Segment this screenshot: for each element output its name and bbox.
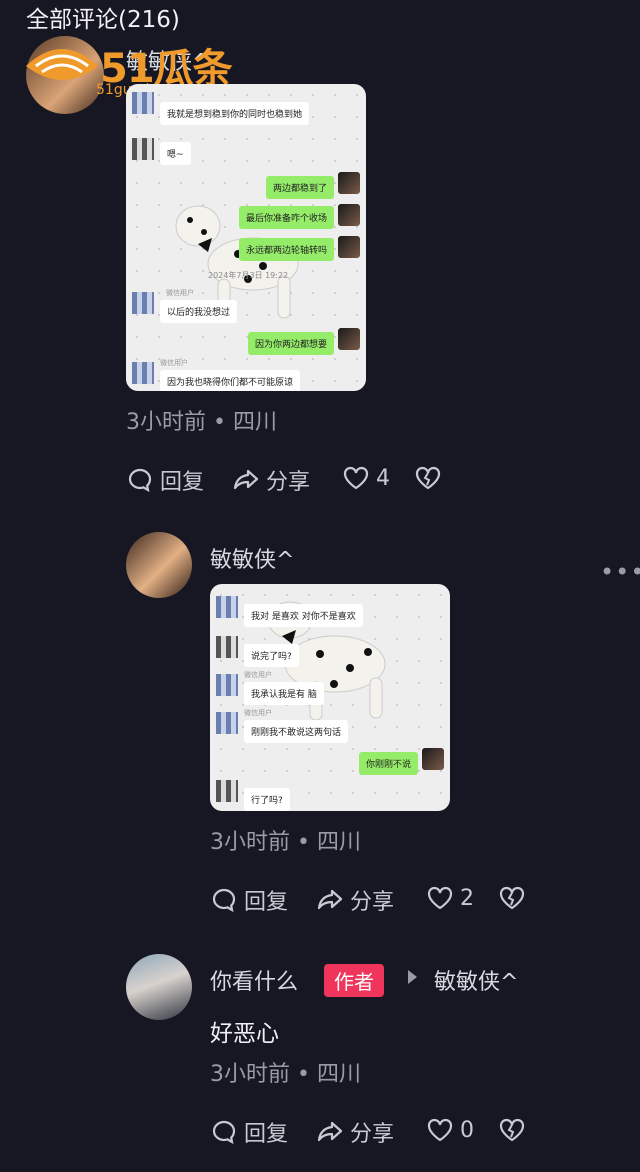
- reply-icon: [128, 468, 152, 493]
- comment-text: 好恶心: [210, 1021, 279, 1047]
- share-icon: [317, 1121, 343, 1142]
- share-button[interactable]: 分享: [232, 464, 310, 496]
- avatar[interactable]: [126, 532, 192, 598]
- heart-icon: [427, 886, 453, 910]
- like-button[interactable]: 4: [342, 464, 390, 492]
- broken-heart-icon: [415, 466, 441, 490]
- reply-button[interactable]: 回复: [210, 884, 288, 916]
- comments-header: 全部评论(216): [26, 7, 180, 33]
- like-button[interactable]: 0: [426, 1116, 474, 1144]
- broken-heart-icon: [499, 1118, 525, 1142]
- comment-image[interactable]: 我就是想到稳到你的同时也稳到她 嗯~ 两边都稳到了 最后你准备咋个收场 永远都两…: [126, 84, 366, 391]
- reply-icon: [212, 1120, 236, 1145]
- like-count: 2: [460, 885, 474, 911]
- reply-to-username[interactable]: 敏敏侠^: [434, 964, 518, 996]
- heart-icon: [427, 1118, 453, 1142]
- comment-meta: 3小时前 • 四川: [210, 1062, 361, 1087]
- reply-button[interactable]: 回复: [210, 1116, 288, 1148]
- heart-icon: [343, 466, 369, 490]
- reply-button[interactable]: 回复: [126, 464, 204, 496]
- share-icon: [233, 469, 259, 490]
- like-count: 0: [460, 1117, 474, 1143]
- comment-meta: 3小时前 • 四川: [126, 410, 277, 435]
- dislike-button[interactable]: [414, 464, 442, 492]
- comment-meta: 3小时前 • 四川: [210, 830, 361, 855]
- more-options-button[interactable]: •••: [600, 558, 640, 586]
- share-button[interactable]: 分享: [316, 1116, 394, 1148]
- reply-icon: [212, 888, 236, 913]
- comment-username[interactable]: 敏敏侠^: [210, 542, 294, 574]
- comment-username[interactable]: 你看什么: [210, 964, 298, 996]
- dislike-button[interactable]: [498, 884, 526, 912]
- broken-heart-icon: [499, 886, 525, 910]
- avatar[interactable]: [126, 954, 192, 1020]
- like-count: 4: [376, 465, 390, 491]
- share-icon: [317, 889, 343, 910]
- dislike-button[interactable]: [498, 1116, 526, 1144]
- reply-arrow-icon: [408, 970, 417, 984]
- comment-image[interactable]: 我对 是喜欢 对你不是喜欢 说完了吗? 微信用户 我承认我是有 脑 微信用户 刚…: [210, 584, 450, 811]
- like-button[interactable]: 2: [426, 884, 474, 912]
- author-tag: 作者: [324, 964, 384, 997]
- share-button[interactable]: 分享: [316, 884, 394, 916]
